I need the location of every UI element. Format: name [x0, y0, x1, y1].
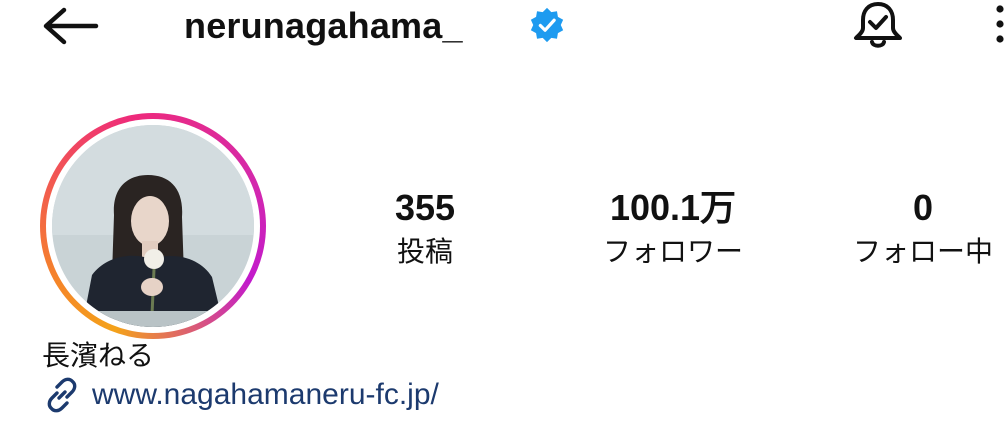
posts-count[interactable]: 355 投稿 [330, 186, 520, 272]
back-button[interactable] [40, 2, 104, 50]
website-url[interactable]: www.nagahamaneru-fc.jp/ [92, 375, 439, 415]
more-options-button[interactable] [988, 2, 1008, 50]
profile-avatar[interactable] [40, 113, 266, 339]
followers-count-value: 100.1万 [609, 187, 737, 228]
avatar-photo [52, 125, 254, 327]
verified-badge-icon [528, 6, 566, 44]
bell-check-icon [854, 2, 902, 48]
posts-count-label: 投稿 [396, 235, 453, 268]
more-vertical-icon [996, 5, 1004, 43]
arrow-left-icon [43, 7, 99, 45]
website-link[interactable]: www.nagahamaneru-fc.jp/ [42, 374, 439, 416]
followers-count-label: フォロワー [602, 235, 743, 268]
followers-count[interactable]: 100.1万 フォロワー [578, 186, 768, 272]
following-count-value: 0 [912, 187, 934, 228]
posts-count-value: 355 [394, 187, 456, 228]
profile-username[interactable]: nerunagahama_ [184, 2, 463, 50]
display-name: 長濱ねる [42, 339, 155, 372]
following-count[interactable]: 0 フォロー中 [828, 186, 1008, 272]
following-count-label: フォロー中 [852, 235, 993, 268]
link-icon [47, 377, 77, 413]
notification-bell-button[interactable] [848, 0, 910, 54]
profile-screen: nerunagahama_ 355 投稿 100.1万 フォロワー 0 フォロー… [0, 0, 1008, 429]
